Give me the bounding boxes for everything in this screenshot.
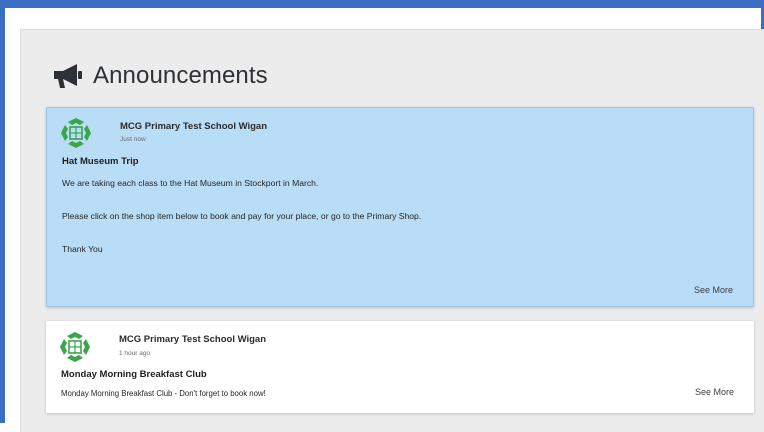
announcement-card[interactable]: MCG Primary Test School Wigan Just now H… — [46, 107, 754, 307]
announcements-panel: Announcements MCG Primary Test School Wi… — [20, 29, 764, 432]
school-name: MCG Primary Test School Wigan — [120, 121, 268, 132]
announcement-title: Monday Morning Breakfast Club — [61, 369, 207, 380]
app-frame: Announcements MCG Primary Test School Wi… — [0, 0, 764, 432]
page-title: Announcements — [93, 62, 268, 89]
announcement-title: Hat Museum Trip — [62, 156, 139, 167]
see-more-link[interactable]: See More — [694, 285, 733, 295]
announcement-card[interactable]: MCG Primary Test School Wigan 1 hour ago… — [46, 321, 754, 413]
school-name: MCG Primary Test School Wigan — [119, 334, 267, 345]
announcements-heading: Announcements — [51, 61, 268, 91]
post-time: Just now — [120, 136, 146, 143]
announcement-text: Thank You — [62, 244, 103, 254]
announcement-text: We are taking each class to the Hat Muse… — [62, 178, 319, 188]
see-more-link[interactable]: See More — [695, 387, 734, 397]
announcement-text: Please click on the shop item below to b… — [62, 211, 422, 221]
post-time: 1 hour ago — [119, 350, 151, 357]
announcement-text: Monday Morning Breakfast Club - Don't fo… — [61, 389, 266, 398]
megaphone-icon — [54, 64, 82, 88]
school-logo — [61, 118, 91, 148]
school-logo — [60, 332, 90, 362]
